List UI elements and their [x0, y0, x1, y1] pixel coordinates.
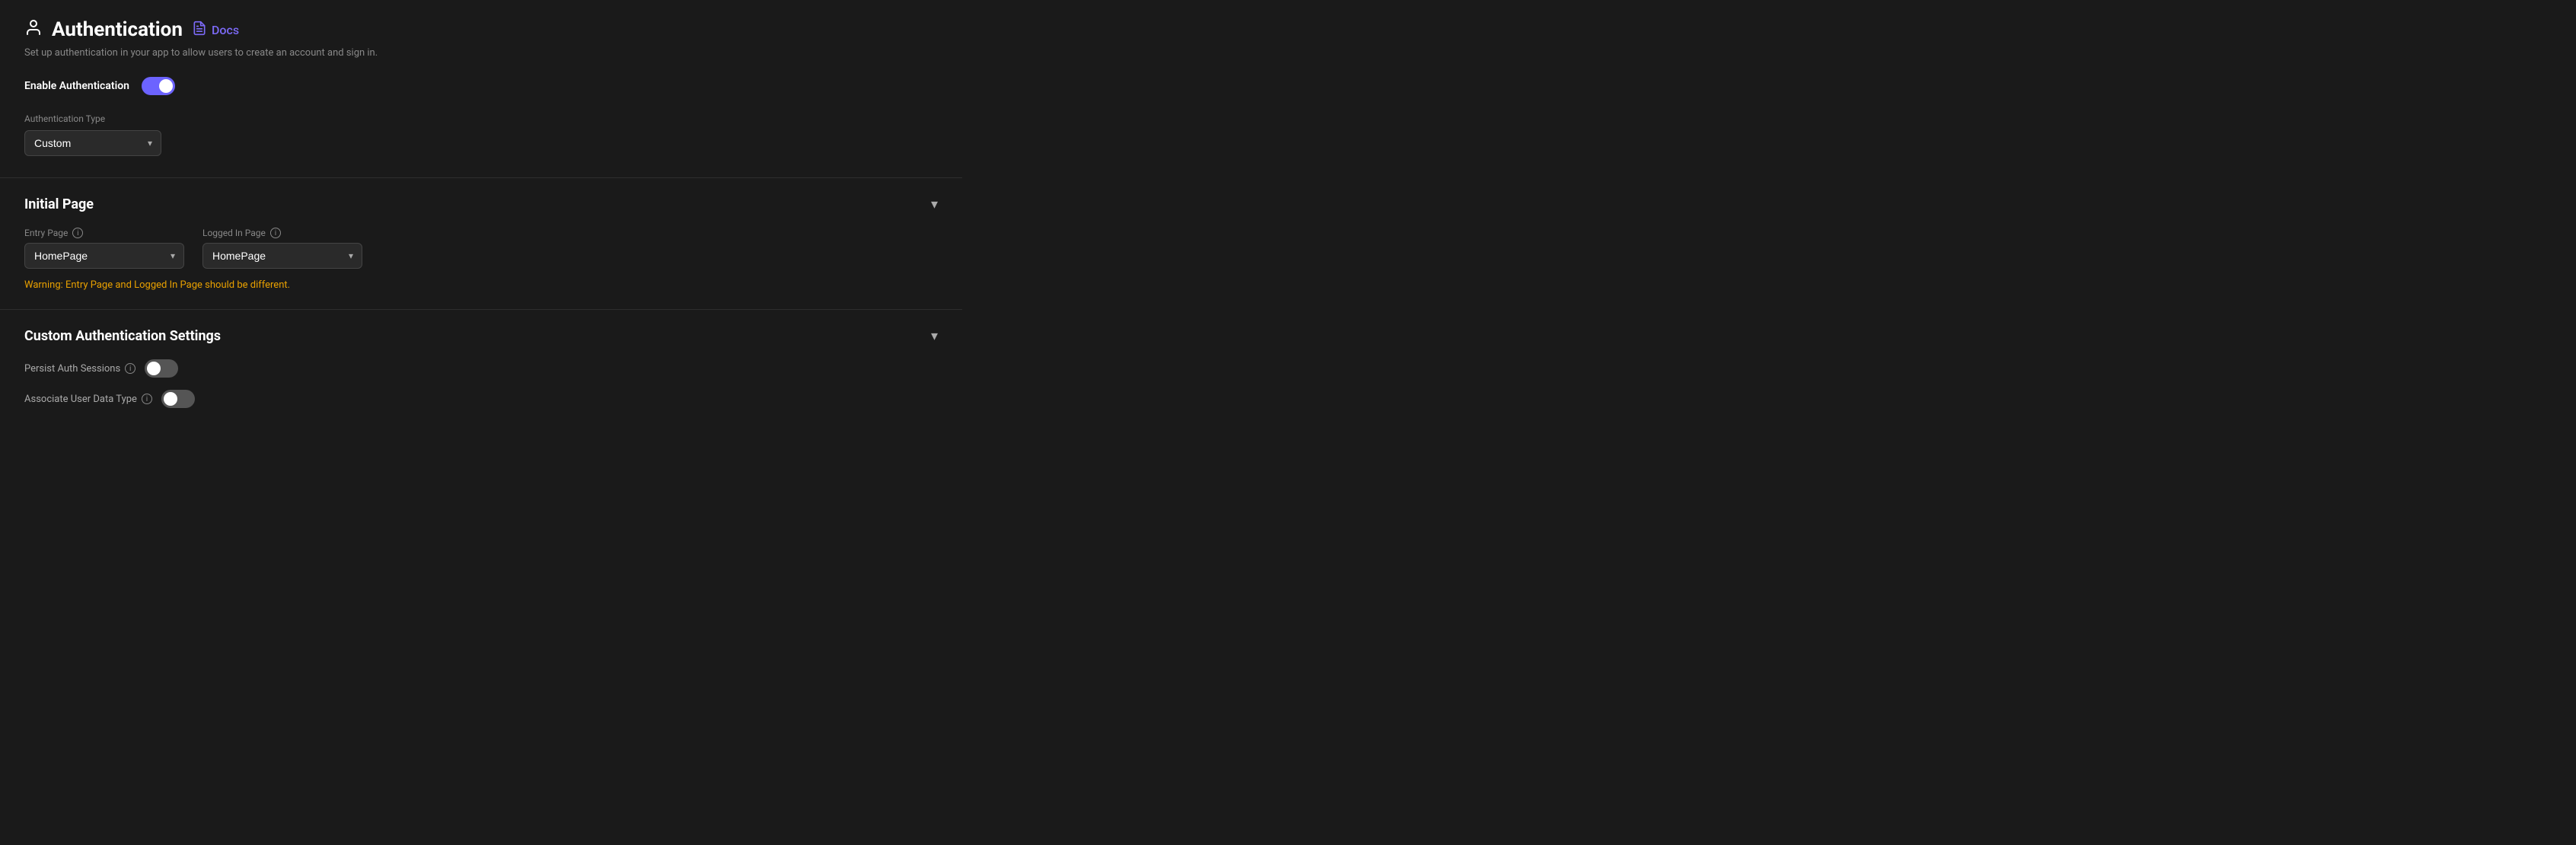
page-header: Authentication Docs [24, 18, 938, 41]
docs-icon [192, 21, 207, 40]
entry-page-label: Entry Page [24, 228, 68, 238]
associate-user-data-info-icon[interactable]: i [142, 394, 152, 404]
logged-in-page-field: Logged In Page i HomePage LoginPage Sign… [202, 228, 362, 269]
auth-type-select-wrapper: Custom Firebase Auth0 Supabase ▾ [24, 130, 161, 156]
logged-in-page-select[interactable]: HomePage LoginPage SignUpPage DashboardP… [202, 243, 362, 269]
persist-auth-label-row: Persist Auth Sessions i [24, 363, 135, 375]
user-icon [24, 18, 43, 41]
docs-label: Docs [212, 23, 239, 37]
entry-page-info-icon[interactable]: i [72, 228, 83, 238]
auth-type-section: Authentication Type Custom Firebase Auth… [24, 113, 938, 156]
custom-auth-settings-collapse-icon[interactable]: ▾ [931, 328, 938, 344]
initial-page-header: Initial Page ▾ [24, 196, 938, 212]
custom-auth-settings-header: Custom Authentication Settings ▾ [24, 328, 938, 344]
page-selectors: Entry Page i HomePage LoginPage SignUpPa… [24, 228, 938, 269]
page-container: Authentication Docs Set up authenticatio… [24, 18, 938, 438]
toggle-slider [142, 77, 175, 95]
auth-type-label: Authentication Type [24, 113, 938, 124]
custom-auth-settings-title: Custom Authentication Settings [24, 328, 221, 344]
auth-type-select[interactable]: Custom Firebase Auth0 Supabase [24, 130, 161, 156]
logged-in-page-label-row: Logged In Page i [202, 228, 362, 238]
associate-user-data-label: Associate User Data Type [24, 394, 137, 405]
entry-page-label-row: Entry Page i [24, 228, 184, 238]
persist-auth-slider [145, 359, 178, 378]
persist-auth-toggle[interactable] [145, 359, 178, 378]
logged-in-page-label: Logged In Page [202, 228, 266, 238]
enable-auth-toggle[interactable] [142, 77, 175, 95]
associate-user-data-slider [161, 390, 195, 408]
docs-link[interactable]: Docs [192, 21, 239, 40]
warning-text: Warning: Entry Page and Logged In Page s… [24, 279, 938, 291]
enable-auth-row: Enable Authentication [24, 77, 938, 95]
page-title: Authentication [52, 18, 183, 41]
initial-page-collapse-icon[interactable]: ▾ [931, 196, 938, 212]
logged-in-page-info-icon[interactable]: i [270, 228, 281, 238]
custom-auth-settings-section: Custom Authentication Settings ▾ Persist… [24, 310, 938, 438]
persist-auth-row: Persist Auth Sessions i [24, 359, 938, 378]
initial-page-title: Initial Page [24, 196, 94, 212]
entry-page-field: Entry Page i HomePage LoginPage SignUpPa… [24, 228, 184, 269]
associate-user-data-label-row: Associate User Data Type i [24, 394, 152, 405]
entry-page-select-wrapper: HomePage LoginPage SignUpPage DashboardP… [24, 243, 184, 269]
enable-auth-label: Enable Authentication [24, 80, 129, 92]
initial-page-section: Initial Page ▾ Entry Page i HomePage Log… [24, 178, 938, 309]
logged-in-page-select-wrapper: HomePage LoginPage SignUpPage DashboardP… [202, 243, 362, 269]
subtitle: Set up authentication in your app to all… [24, 47, 938, 59]
entry-page-select[interactable]: HomePage LoginPage SignUpPage DashboardP… [24, 243, 184, 269]
persist-auth-info-icon[interactable]: i [125, 363, 135, 374]
associate-user-data-row: Associate User Data Type i [24, 390, 938, 408]
persist-auth-label: Persist Auth Sessions [24, 363, 120, 375]
associate-user-data-toggle[interactable] [161, 390, 195, 408]
